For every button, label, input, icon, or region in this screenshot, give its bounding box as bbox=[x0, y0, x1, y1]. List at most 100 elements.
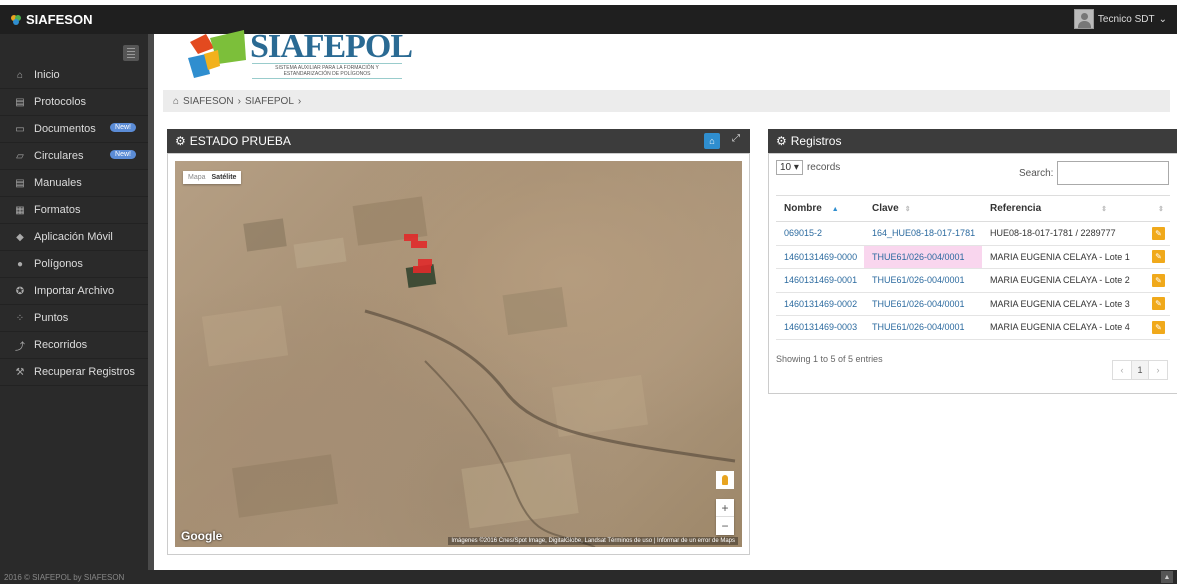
column-referencia[interactable]: Referencia ⇕ bbox=[982, 195, 1144, 222]
user-name: Tecnico SDT bbox=[1097, 13, 1155, 25]
table-row: 1460131469-0002 THUE61/026-004/0001 MARIA … bbox=[776, 292, 1170, 316]
column-actions[interactable]: ⇕ bbox=[1144, 195, 1170, 222]
home-icon: ⌂ bbox=[16, 69, 24, 81]
map-panel-header: ⚙ ESTADO PRUEBA ⌂ ⤢ bbox=[167, 129, 750, 153]
table-row: 1460131469-0003 THUE61/026-004/0001 MARIA … bbox=[776, 315, 1170, 340]
pegman-icon[interactable] bbox=[716, 471, 734, 489]
sidebar-item-poligonos[interactable]: ● Polígonos bbox=[0, 251, 148, 278]
cell-nombre[interactable]: 1460131469-0002 bbox=[776, 292, 864, 316]
records-panel: 10 ▾ records Search: Nombre ▲ Clave ⇕ Refe… bbox=[768, 153, 1177, 394]
expand-icon[interactable]: ⤢ bbox=[732, 133, 740, 144]
edit-icon[interactable]: ✎ bbox=[1152, 320, 1165, 334]
cell-actions: ✎ bbox=[1144, 268, 1170, 293]
table-info: Showing 1 to 5 of 5 entries bbox=[776, 354, 883, 364]
sidebar-collapse-button[interactable] bbox=[123, 45, 139, 61]
sidebar-item-inicio[interactable]: ⌂ Inicio bbox=[0, 62, 148, 89]
scroll-top-button[interactable]: ▲ bbox=[1161, 571, 1173, 583]
breadcrumb-separator: › bbox=[237, 95, 241, 107]
records-panel-title: Registros bbox=[790, 134, 842, 148]
sidebar-item-label: Aplicación Móvil bbox=[34, 231, 113, 243]
cell-clave[interactable]: THUE61/026-004/0001 bbox=[864, 245, 982, 269]
table-row: 1460131469-0001 THUE61/026-004/0001 MARIA … bbox=[776, 268, 1170, 293]
user-menu[interactable]: Tecnico SDT ⌄ bbox=[1073, 9, 1167, 29]
page-1-button[interactable]: 1 bbox=[1131, 361, 1149, 379]
polygon-lote-2[interactable] bbox=[411, 241, 427, 248]
zoom-out-button[interactable]: − bbox=[716, 517, 734, 535]
polygon-icon: ● bbox=[16, 258, 24, 270]
sidebar-item-documentos[interactable]: ▭ Documentos New! bbox=[0, 116, 148, 143]
sidebar-item-recuperar-registros[interactable]: ⚒ Recuperar Registros bbox=[0, 359, 148, 386]
page-next-button[interactable]: › bbox=[1149, 361, 1167, 379]
logo-shapes bbox=[188, 30, 246, 78]
points-icon: ⁘ bbox=[15, 312, 25, 324]
sidebar-item-protocolos[interactable]: ▤ Protocolos bbox=[0, 89, 148, 116]
map-type-control: Mapa Satélite bbox=[183, 171, 242, 184]
cell-clave[interactable]: 164_HUE08-18-017-1781 bbox=[864, 221, 982, 246]
book-icon: ▤ bbox=[15, 96, 25, 108]
sidebar-item-label: Recuperar Registros bbox=[34, 366, 135, 378]
google-logo: Google bbox=[181, 529, 223, 543]
sidebar-item-label: Polígonos bbox=[34, 258, 83, 270]
map-attribution[interactable]: Imágenes ©2016 Cnes/Spot Image, DigitalG… bbox=[448, 537, 738, 545]
zoom-in-button[interactable]: + bbox=[716, 499, 734, 517]
sidebar-item-importar-archivo[interactable]: ✪ Importar Archivo bbox=[0, 278, 148, 305]
column-clave[interactable]: Clave ⇕ bbox=[864, 195, 982, 222]
polygon-lote-1[interactable] bbox=[404, 234, 418, 241]
search-input[interactable] bbox=[1057, 161, 1169, 185]
page-prev-button[interactable]: ‹ bbox=[1113, 361, 1131, 379]
sidebar-nav: ⌂ Inicio ▤ Protocolos ▭ Documentos New! ▱ Circul… bbox=[0, 62, 148, 386]
cell-referencia: MARIA EUGENIA CELAYA - Lote 3 bbox=[982, 292, 1144, 316]
polygon-lote-4[interactable] bbox=[413, 266, 431, 273]
gears-icon: ⚙ bbox=[175, 134, 186, 148]
cell-clave[interactable]: THUE61/026-004/0001 bbox=[864, 315, 982, 340]
sidebar-item-formatos[interactable]: ▦ Formatos bbox=[0, 197, 148, 224]
cell-clave[interactable]: THUE61/026-004/0001 bbox=[864, 268, 982, 293]
column-nombre[interactable]: Nombre ▲ bbox=[776, 195, 864, 222]
map-panel-title: ESTADO PRUEBA bbox=[189, 134, 291, 148]
sidebar-item-label: Circulares bbox=[34, 150, 84, 162]
route-icon: ⤴ bbox=[15, 341, 25, 353]
cell-clave[interactable]: THUE61/026-004/0001 bbox=[864, 292, 982, 316]
map-container: Mapa Satélite + − Google Imágenes ©2016 … bbox=[167, 153, 750, 555]
cell-nombre[interactable]: 069015-2 bbox=[776, 221, 864, 246]
records-panel-header: ⚙ Registros bbox=[768, 129, 1177, 153]
records-table: Nombre ▲ Clave ⇕ Referencia ⇕ ⇕ 069015-2 164… bbox=[776, 195, 1170, 340]
cell-nombre[interactable]: 1460131469-0000 bbox=[776, 245, 864, 269]
cell-actions: ✎ bbox=[1144, 245, 1170, 269]
page-length-label: records bbox=[806, 162, 841, 173]
import-icon: ✪ bbox=[15, 285, 25, 297]
sidebar-item-label: Manuales bbox=[34, 177, 82, 189]
polygon-lote-3[interactable] bbox=[418, 259, 432, 266]
edit-icon[interactable]: ✎ bbox=[1152, 226, 1165, 240]
map-type-mapa[interactable]: Mapa bbox=[188, 174, 206, 181]
brand-name: SIAFESON bbox=[26, 12, 93, 27]
satellite-map[interactable]: Mapa Satélite + − Google Imágenes ©2016 … bbox=[175, 161, 742, 547]
map-home-button[interactable]: ⌂ bbox=[704, 133, 720, 149]
breadcrumb-home[interactable]: SIAFESON bbox=[183, 96, 234, 107]
cell-nombre[interactable]: 1460131469-0001 bbox=[776, 268, 864, 293]
cell-actions: ✎ bbox=[1144, 315, 1170, 340]
sidebar-item-manuales[interactable]: ▤ Manuales bbox=[0, 170, 148, 197]
folder-open-icon: ▱ bbox=[16, 150, 24, 162]
breadcrumb-current[interactable]: SIAFEPOL bbox=[245, 96, 294, 107]
sidebar-item-label: Documentos bbox=[34, 123, 96, 135]
brand-logo[interactable]: SIAFESON bbox=[10, 12, 92, 27]
edit-icon[interactable]: ✎ bbox=[1152, 273, 1165, 287]
sidebar-item-puntos[interactable]: ⁘ Puntos bbox=[0, 305, 148, 332]
map-type-satelite[interactable]: Satélite bbox=[212, 174, 237, 181]
sidebar-item-label: Recorridos bbox=[34, 339, 88, 351]
gears-icon: ⚙ bbox=[776, 134, 787, 148]
edit-icon[interactable]: ✎ bbox=[1152, 250, 1165, 264]
page-length-select[interactable]: 10 ▾ bbox=[776, 160, 803, 175]
page-length-control: 10 ▾ records bbox=[776, 160, 840, 175]
siafepol-logo: SIAFEPOL SISTEMA AUXILIAR PARA LA FORMAC… bbox=[184, 30, 413, 80]
sidebar-item-circulares[interactable]: ▱ Circulares New! bbox=[0, 143, 148, 170]
sidebar-item-label: Importar Archivo bbox=[34, 285, 115, 297]
zoom-control: + − bbox=[716, 499, 734, 535]
edit-icon[interactable]: ✎ bbox=[1152, 297, 1165, 311]
sidebar-item-aplicacion-movil[interactable]: ◆ Aplicación Móvil bbox=[0, 224, 148, 251]
cell-nombre[interactable]: 1460131469-0003 bbox=[776, 315, 864, 340]
sidebar-item-recorridos[interactable]: ⤴ Recorridos bbox=[0, 332, 148, 359]
map-terrain bbox=[201, 196, 736, 547]
sidebar-item-label: Formatos bbox=[34, 204, 81, 216]
